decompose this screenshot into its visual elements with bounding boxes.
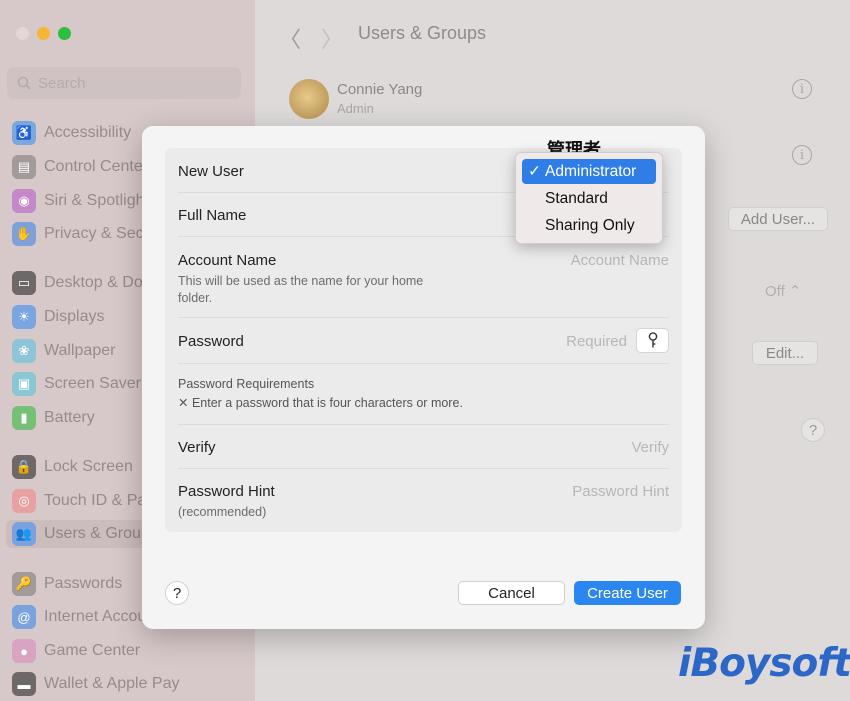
battery-icon: ▮ xyxy=(12,406,36,430)
sidebar-item-label: Wallpaper xyxy=(44,342,116,359)
hand-icon: ✋ xyxy=(12,222,36,246)
window-controls xyxy=(16,27,71,40)
back-button[interactable]: 〈 xyxy=(279,22,301,54)
sidebar-item[interactable]: 🔒 Lock Screen xyxy=(12,453,133,481)
close-window-button[interactable] xyxy=(16,27,29,40)
sidebar-item-label: Passwords xyxy=(44,575,123,592)
sidebar-item[interactable]: ❀ Wallpaper xyxy=(12,337,115,365)
sidebar-item[interactable]: ☀ Displays xyxy=(12,303,104,331)
password-hint-row[interactable]: Password Hint (recommended) Password Hin… xyxy=(178,469,669,532)
account-name-label: Account Name xyxy=(178,252,277,269)
menu-item-label: Administrator xyxy=(545,162,637,180)
sidebar-item[interactable]: ♿ Accessibility xyxy=(12,119,131,147)
search-placeholder: Search xyxy=(38,74,86,92)
page-title: Users & Groups xyxy=(358,23,487,43)
desktop-icon: ▭ xyxy=(12,271,36,295)
game-center-icon: ● xyxy=(12,639,36,663)
sidebar-item[interactable]: ▣ Screen Saver xyxy=(12,370,141,398)
control-center-icon: ▤ xyxy=(12,155,36,179)
new-user-label: New User xyxy=(178,163,244,180)
key-icon: 🔑 xyxy=(12,572,36,596)
sidebar-item-label: Accessibility xyxy=(44,124,132,141)
verify-field[interactable]: Verify xyxy=(631,439,669,456)
sidebar-item-label: Siri & Spotlight xyxy=(44,192,149,209)
sidebar-item[interactable]: ▭ Desktop & Dock xyxy=(12,269,159,297)
password-hint-sub: (recommended) xyxy=(178,505,267,519)
displays-icon: ☀ xyxy=(12,305,36,329)
sidebar-item-label: Wallet & Apple Pay xyxy=(44,675,180,692)
zoom-window-button[interactable] xyxy=(58,27,71,40)
password-hint-label: Password Hint xyxy=(178,483,275,500)
menu-item-label: Sharing Only xyxy=(545,216,635,234)
sidebar-item-label: Displays xyxy=(44,308,105,325)
account-name-field[interactable]: Account Name xyxy=(571,252,669,269)
full-name-label: Full Name xyxy=(178,207,247,224)
password-hint-field[interactable]: Password Hint xyxy=(572,483,669,500)
sidebar-item[interactable]: ▬ Wallet & Apple Pay xyxy=(12,670,179,698)
password-row[interactable]: Password Required xyxy=(178,318,669,364)
menu-item-label: Standard xyxy=(545,189,608,207)
watermark-logo: iBoysoft xyxy=(678,641,850,686)
verify-row[interactable]: Verify Verify xyxy=(178,425,669,469)
account-type-menu: ✓ Administrator Standard Sharing Only xyxy=(515,152,663,244)
sidebar-item[interactable]: 🔑 Passwords xyxy=(12,570,122,598)
sidebar-item-label: Game Center xyxy=(44,642,141,659)
sidebar-item-label: Screen Saver xyxy=(44,375,141,392)
help-button[interactable]: ? xyxy=(801,418,825,442)
off-value: Off xyxy=(765,283,785,300)
sidebar-item[interactable]: ◉ Siri & Spotlight xyxy=(12,187,149,215)
screen-saver-icon: ▣ xyxy=(12,372,36,396)
wallpaper-icon: ❀ xyxy=(12,339,36,363)
account-name-row[interactable]: Account Name This will be used as the na… xyxy=(178,237,669,318)
search-icon xyxy=(17,76,31,90)
password-requirements: Password Requirements ✕ Enter a password… xyxy=(178,364,669,425)
menu-item-sharing-only[interactable]: Sharing Only xyxy=(522,213,656,238)
account-name-hint: This will be used as the name for your h… xyxy=(178,274,424,305)
menu-item-standard[interactable]: Standard xyxy=(522,186,656,211)
siri-icon: ◉ xyxy=(12,189,36,213)
sidebar-item-label: Battery xyxy=(44,409,95,426)
accessibility-icon: ♿ xyxy=(12,121,36,145)
sidebar-item-label: Control Center xyxy=(44,158,149,175)
info-icon[interactable]: i xyxy=(792,79,812,99)
sidebar-search-input[interactable]: Search xyxy=(7,67,241,99)
sidebar-item-label: Users & Groups xyxy=(44,525,158,542)
sidebar-item[interactable]: ● Game Center xyxy=(12,637,140,665)
password-field[interactable]: Required xyxy=(566,333,627,350)
create-user-button[interactable]: Create User xyxy=(574,581,681,605)
info-icon[interactable]: i xyxy=(792,145,812,165)
lock-icon: 🔒 xyxy=(12,455,36,479)
password-label: Password xyxy=(178,333,244,350)
users-icon: 👥 xyxy=(12,522,36,546)
sidebar-item[interactable]: ▤ Control Center xyxy=(12,153,148,181)
edit-button[interactable]: Edit... xyxy=(752,341,818,365)
sidebar-item-label: Lock Screen xyxy=(44,458,133,475)
forward-button[interactable]: 〉 xyxy=(321,22,343,54)
password-requirements-label: Password Requirements xyxy=(178,377,315,391)
dialog-help-button[interactable]: ? xyxy=(165,581,189,605)
menu-item-administrator[interactable]: ✓ Administrator xyxy=(522,159,656,184)
wallet-icon: ▬ xyxy=(12,672,36,696)
checkmark-icon: ✓ xyxy=(528,163,541,180)
cancel-button[interactable]: Cancel xyxy=(458,581,565,605)
sidebar-item[interactable]: ▮ Battery xyxy=(12,404,95,432)
minimize-window-button[interactable] xyxy=(37,27,50,40)
add-user-button[interactable]: Add User... xyxy=(728,207,828,231)
off-select[interactable]: Off ⌃ xyxy=(765,282,801,300)
verify-label: Verify xyxy=(178,439,216,456)
password-requirement-item: ✕ Enter a password that is four characte… xyxy=(178,396,463,410)
user-role: Admin xyxy=(337,101,374,116)
password-assistant-button[interactable] xyxy=(636,328,669,353)
key-icon xyxy=(648,332,657,348)
fingerprint-icon: ◎ xyxy=(12,489,36,513)
user-name: Connie Yang xyxy=(337,81,423,98)
avatar xyxy=(289,79,329,119)
at-icon: @ xyxy=(12,605,36,629)
